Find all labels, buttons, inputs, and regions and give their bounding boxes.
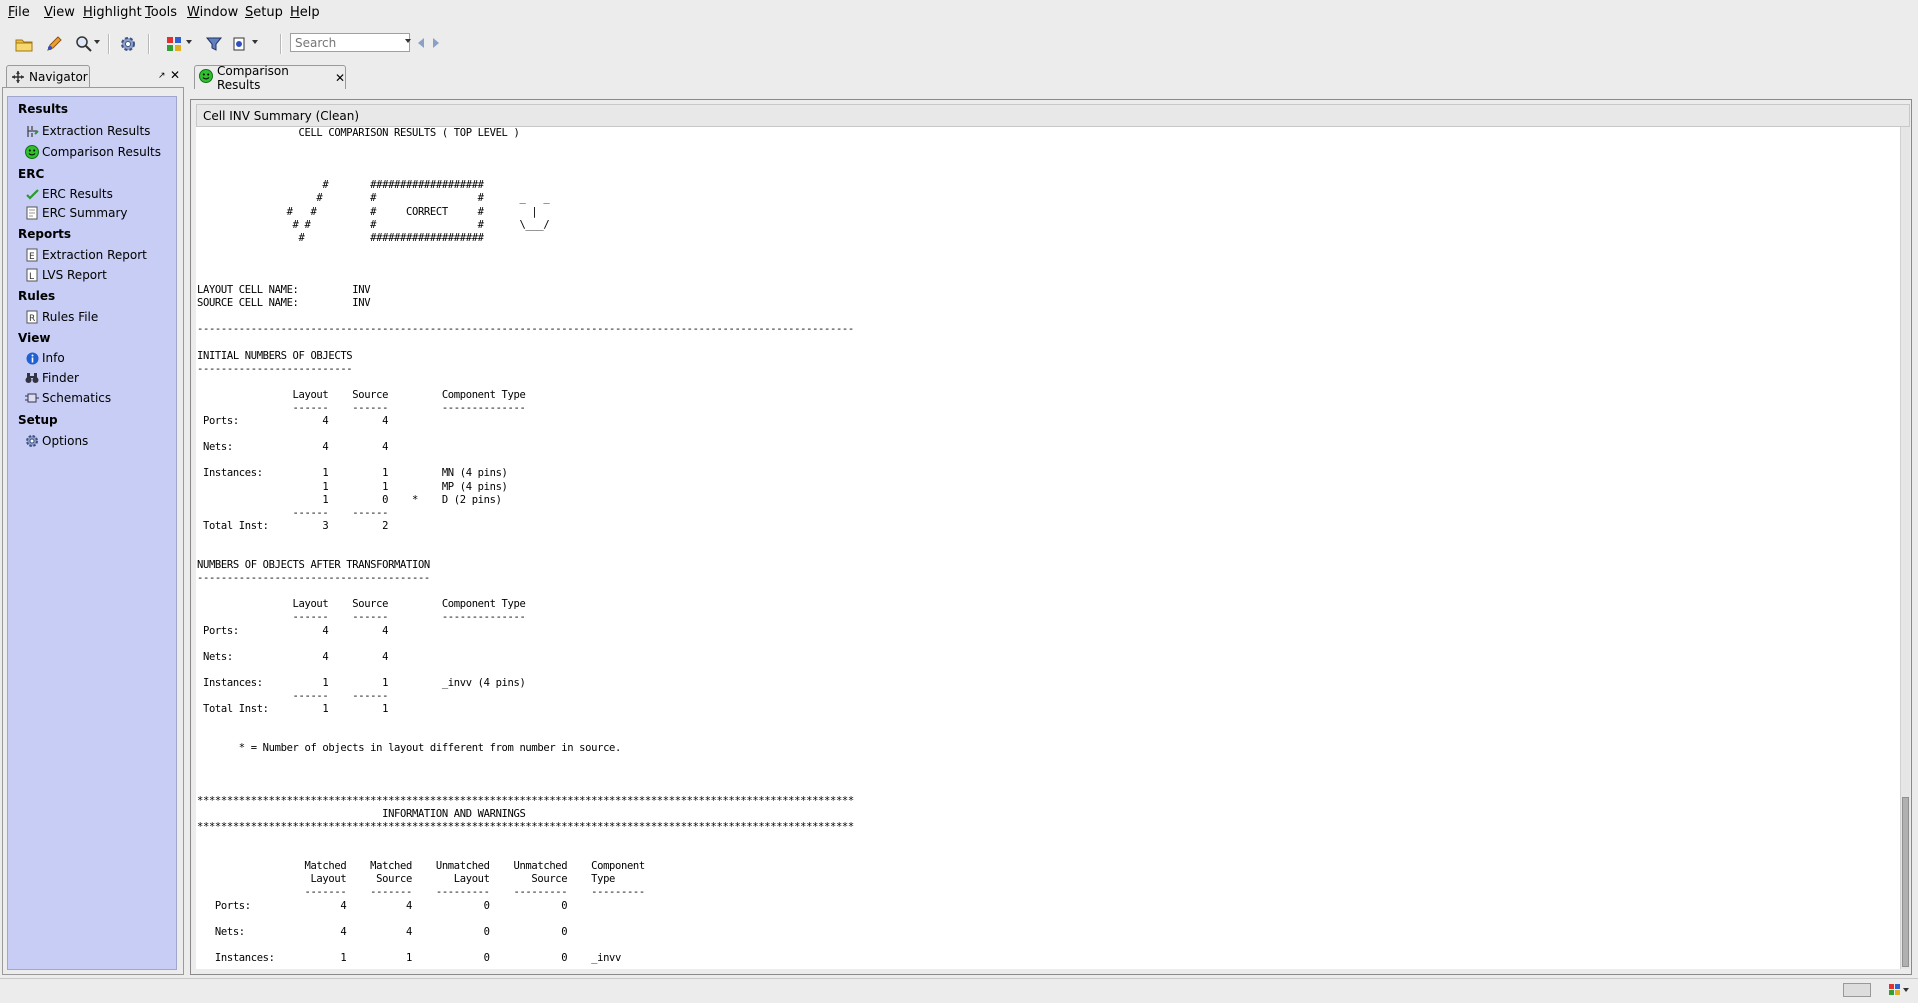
open-folder-icon[interactable] xyxy=(12,32,36,56)
nav-item-extraction-results[interactable]: Extraction Results xyxy=(25,123,150,139)
info-icon xyxy=(25,351,39,365)
gear-icon xyxy=(25,434,39,448)
summary-title: Cell INV Summary (Clean) xyxy=(196,104,1910,127)
menu-view[interactable]: View xyxy=(44,5,75,20)
nav-heading-rules: Rules xyxy=(18,289,56,303)
nav-item-comparison-results[interactable]: Comparison Results xyxy=(25,144,161,160)
nav-heading-results: Results xyxy=(18,102,69,116)
nav-item-erc-results[interactable]: ERC Results xyxy=(25,186,113,202)
scrollbar-thumb[interactable] xyxy=(1902,797,1909,967)
nav-item-extraction-report[interactable]: E Extraction Report xyxy=(25,247,147,263)
nav-item-schematics[interactable]: Schematics xyxy=(25,390,111,406)
nav-item-info[interactable]: Info xyxy=(25,350,65,366)
menu-highlight[interactable]: Highlight xyxy=(83,5,142,20)
navigator-tab[interactable]: Navigator xyxy=(6,65,90,87)
status-bar xyxy=(0,978,1918,1003)
smiley-icon xyxy=(25,145,39,159)
binoculars-icon xyxy=(25,371,39,385)
close-navigator-icon[interactable]: ✕ xyxy=(170,68,180,82)
nav-item-finder[interactable]: Finder xyxy=(25,370,79,386)
edit-icon[interactable] xyxy=(42,32,66,56)
nav-heading-setup: Setup xyxy=(18,413,58,427)
progress-indicator xyxy=(1843,983,1871,997)
menu-window[interactable]: Window xyxy=(187,5,238,20)
menu-setup[interactable]: Setup xyxy=(245,5,283,20)
probe-icon[interactable] xyxy=(228,32,252,56)
nav-heading-reports: Reports xyxy=(18,227,72,241)
filter-icon[interactable] xyxy=(202,32,226,56)
document-icon xyxy=(25,206,39,220)
toolbar xyxy=(0,28,1918,60)
menu-tools[interactable]: Tools xyxy=(145,5,177,20)
close-tab-icon[interactable]: ✕ xyxy=(335,71,345,85)
smiley-icon xyxy=(199,69,213,86)
navigator-icon xyxy=(12,70,24,83)
nav-item-rules-file[interactable]: R Rules File xyxy=(25,309,98,325)
highlight-icon[interactable] xyxy=(162,32,186,56)
search-input[interactable] xyxy=(291,34,399,52)
navigator-tab-label: Navigator xyxy=(29,69,88,84)
search-field[interactable] xyxy=(290,33,410,52)
search-next-icon[interactable] xyxy=(433,38,439,48)
svg-text:L: L xyxy=(29,272,34,282)
tab-label: Comparison Results xyxy=(217,63,289,92)
nav-heading-view: View xyxy=(18,331,51,345)
vertical-scrollbar[interactable] xyxy=(1900,127,1910,969)
report-l-icon: L xyxy=(25,268,39,282)
report-view[interactable]: CELL COMPARISON RESULTS ( TOP LEVEL ) # … xyxy=(196,127,1900,969)
float-panel-icon[interactable]: ↗ xyxy=(158,71,166,81)
nav-item-options[interactable]: Options xyxy=(25,433,88,449)
tab-comparison-results[interactable]: Comparison Results ✕ xyxy=(194,63,346,92)
rules-file-icon: R xyxy=(25,310,39,324)
svg-text:R: R xyxy=(29,314,35,324)
menu-file[interactable]: File xyxy=(8,5,30,20)
nav-item-lvs-report[interactable]: L LVS Report xyxy=(25,267,107,283)
report-text: CELL COMPARISON RESULTS ( TOP LEVEL ) # … xyxy=(197,127,854,969)
svg-text:E: E xyxy=(29,252,35,262)
schematic-icon xyxy=(25,391,39,405)
zoom-icon[interactable] xyxy=(72,32,96,56)
nav-heading-erc: ERC xyxy=(18,167,45,181)
checkmark-icon xyxy=(25,187,39,201)
menu-bar: File View Highlight Tools Window Setup H… xyxy=(0,0,1918,26)
report-e-icon: E xyxy=(25,248,39,262)
search-previous-icon[interactable] xyxy=(418,38,424,48)
status-menu-icon[interactable] xyxy=(1888,982,1910,1001)
search-options-chevron-icon[interactable] xyxy=(405,39,411,43)
menu-help[interactable]: Help xyxy=(290,5,320,20)
nav-item-erc-summary[interactable]: ERC Summary xyxy=(25,205,128,221)
settings-icon[interactable] xyxy=(116,32,140,56)
extraction-icon xyxy=(25,124,39,138)
